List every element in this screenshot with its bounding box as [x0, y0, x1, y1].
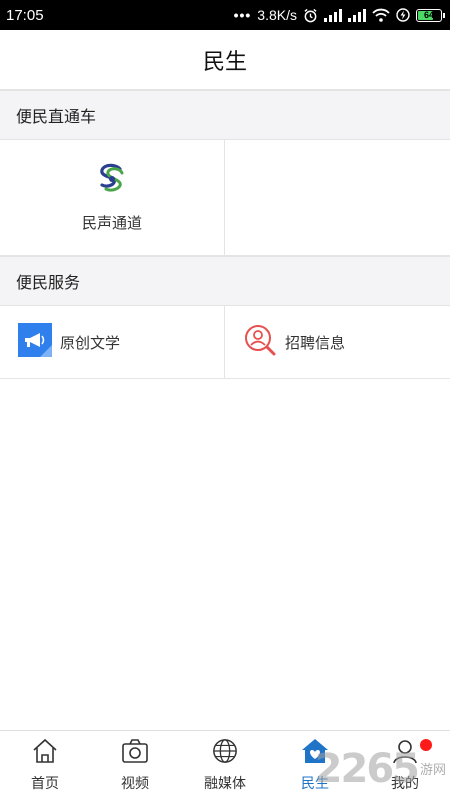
service-item-minsheng-channel[interactable]: 民声通道 [0, 140, 225, 255]
signal-icon [324, 8, 342, 22]
notification-badge [420, 739, 432, 751]
status-icons: ••• 3.8K/s 64 [233, 7, 445, 23]
service-item-label: 原创文学 [60, 334, 121, 352]
tab-video[interactable]: 视频 [90, 731, 180, 800]
signal-icon [348, 8, 366, 22]
tab-label: 我的 [391, 775, 419, 791]
service-grid-direct: 民声通道 [0, 140, 450, 256]
wifi-icon [372, 8, 390, 22]
battery-level: 64 [423, 10, 434, 20]
status-time: 17:05 [6, 6, 44, 24]
service-item-job-info[interactable]: 招聘信息 [225, 306, 450, 378]
section-title: 便民直通车 [16, 109, 97, 126]
search-person-icon [243, 323, 277, 362]
section-header-direct: 便民直通车 [0, 90, 450, 140]
tab-label: 民生 [301, 775, 329, 791]
tab-label: 视频 [121, 775, 149, 791]
status-bar: 17:05 ••• 3.8K/s 64 [0, 0, 450, 30]
tab-label: 首页 [31, 775, 59, 791]
camera-icon [121, 738, 149, 769]
network-speed: 3.8K/s [257, 7, 297, 23]
service-item-original-literature[interactable]: 原创文学 [0, 306, 225, 378]
page-title: 民生 [202, 48, 247, 74]
empty-cell [225, 140, 450, 255]
page-header: 民生 [0, 30, 450, 90]
person-icon [391, 738, 419, 769]
home-icon [31, 738, 59, 769]
tab-label: 融媒体 [204, 775, 246, 791]
bottom-tab-bar: 首页 视频 融媒体 民生 我的 [0, 730, 450, 800]
tab-media[interactable]: 融媒体 [180, 731, 270, 800]
alarm-icon [303, 8, 318, 23]
tab-minsheng[interactable]: 民生 [270, 731, 360, 800]
service-item-label: 民声通道 [81, 214, 142, 232]
charging-icon [396, 8, 410, 22]
service-item-label: 招聘信息 [285, 334, 346, 352]
tab-home[interactable]: 首页 [0, 731, 90, 800]
megaphone-icon [18, 322, 52, 362]
house-heart-icon [301, 738, 329, 769]
tab-mine[interactable]: 我的 [360, 731, 450, 800]
globe-icon [211, 738, 239, 769]
status-dots: ••• [233, 7, 252, 23]
section-header-services: 便民服务 [0, 256, 450, 306]
service-grid-services: 原创文学 招聘信息 [0, 306, 450, 379]
section-title: 便民服务 [16, 275, 81, 292]
battery-icon: 64 [416, 8, 445, 22]
minsheng-logo-icon [94, 163, 130, 200]
